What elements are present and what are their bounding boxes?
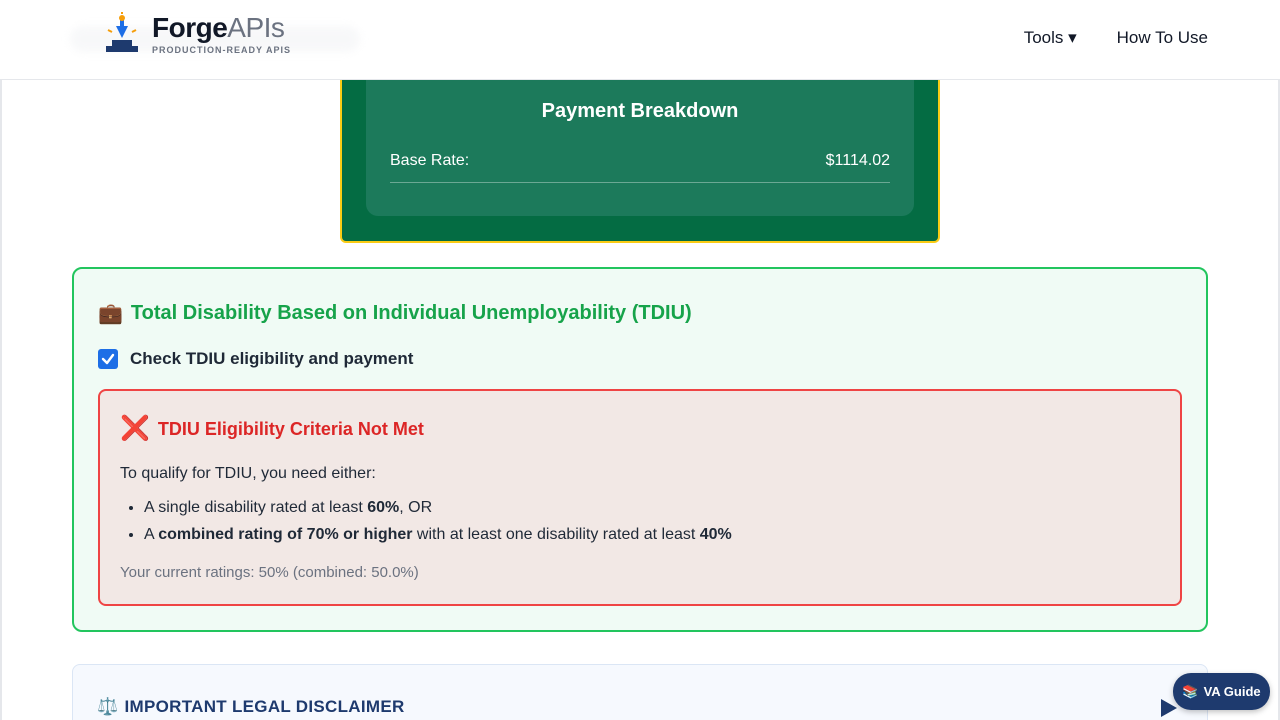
tdiu-criteria-list: A single disability rated at least 60%, … xyxy=(144,499,732,553)
brand-logo-link[interactable]: ForgeAPIs PRODUCTION-READY APIS xyxy=(70,12,360,56)
tdiu-checkbox[interactable] xyxy=(98,349,118,369)
payment-breakdown: Payment Breakdown Base Rate: $1114.02 xyxy=(366,70,914,216)
tdiu-title-text: Total Disability Based on Individual Une… xyxy=(130,302,692,324)
base-rate-value: $1114.02 xyxy=(825,152,890,169)
req2-text: A xyxy=(144,526,159,543)
nav-tools-dropdown[interactable]: Tools ▾ xyxy=(1024,28,1077,48)
disclaimer-title-text: IMPORTANT LEGAL DISCLAIMER xyxy=(124,697,405,716)
current-ratings: Your current ratings: 50% (combined: 50.… xyxy=(120,564,419,581)
req2-bold: combined rating of 70% or higher xyxy=(158,526,413,543)
req1-text: A single disability rated at least xyxy=(144,499,368,516)
tdiu-checkbox-label: Check TDIU eligibility and payment xyxy=(130,349,414,368)
brand-name-bold: Forge xyxy=(152,12,228,43)
brand-tagline: PRODUCTION-READY APIS xyxy=(152,45,292,55)
brand-name-light: APIs xyxy=(227,12,285,43)
va-guide-label: VA Guide xyxy=(1203,684,1261,699)
tdiu-section: 💼 Total Disability Based on Individual U… xyxy=(72,267,1208,632)
site-header: ForgeAPIs PRODUCTION-READY APIS Tools ▾ … xyxy=(0,0,1280,80)
tdiu-result-title-text: TDIU Eligibility Criteria Not Met xyxy=(157,418,424,439)
tdiu-check-row[interactable]: Check TDIU eligibility and payment xyxy=(98,349,413,369)
page-edge-left xyxy=(0,80,2,720)
brand-name: ForgeAPIs xyxy=(152,13,291,43)
disclaimer-title: ⚖️ IMPORTANT LEGAL DISCLAIMER xyxy=(97,697,405,717)
tdiu-result-box: ❌ TDIU Eligibility Criteria Not Met To q… xyxy=(98,389,1182,606)
base-rate-label: Base Rate: xyxy=(390,152,470,169)
books-icon: 📚 xyxy=(1182,683,1199,699)
main-nav: Tools ▾ How To Use xyxy=(1024,28,1208,48)
checkmark-icon xyxy=(101,353,115,365)
tdiu-criteria-intro: To qualify for TDIU, you need either: xyxy=(120,465,376,482)
req2-mid: with at least one disability rated at le… xyxy=(412,526,700,543)
legal-disclaimer[interactable]: ⚖️ IMPORTANT LEGAL DISCLAIMER xyxy=(72,664,1208,720)
nav-how-to-use[interactable]: How To Use xyxy=(1117,28,1208,48)
req2-bold2: 40% xyxy=(699,526,732,543)
base-rate-row: Base Rate: $1114.02 xyxy=(390,152,890,183)
scales-icon: ⚖️ xyxy=(97,697,119,716)
tdiu-title: 💼 Total Disability Based on Individual U… xyxy=(98,301,692,326)
payment-result-card: Payment Breakdown Base Rate: $1114.02 xyxy=(340,60,940,243)
list-item: A single disability rated at least 60%, … xyxy=(144,499,732,517)
req1-post: , OR xyxy=(399,499,433,516)
cross-mark-icon: ❌ xyxy=(120,415,150,442)
tdiu-result-title: ❌ TDIU Eligibility Criteria Not Met xyxy=(120,417,424,441)
forge-logo-icon xyxy=(106,12,138,52)
list-item: A combined rating of 70% or higher with … xyxy=(144,526,732,544)
req1-bold: 60% xyxy=(367,499,400,516)
briefcase-icon: 💼 xyxy=(98,303,123,325)
breakdown-title: Payment Breakdown xyxy=(541,100,739,122)
va-guide-button[interactable]: 📚 VA Guide xyxy=(1173,673,1270,710)
expand-triangle-icon[interactable] xyxy=(1161,699,1177,717)
